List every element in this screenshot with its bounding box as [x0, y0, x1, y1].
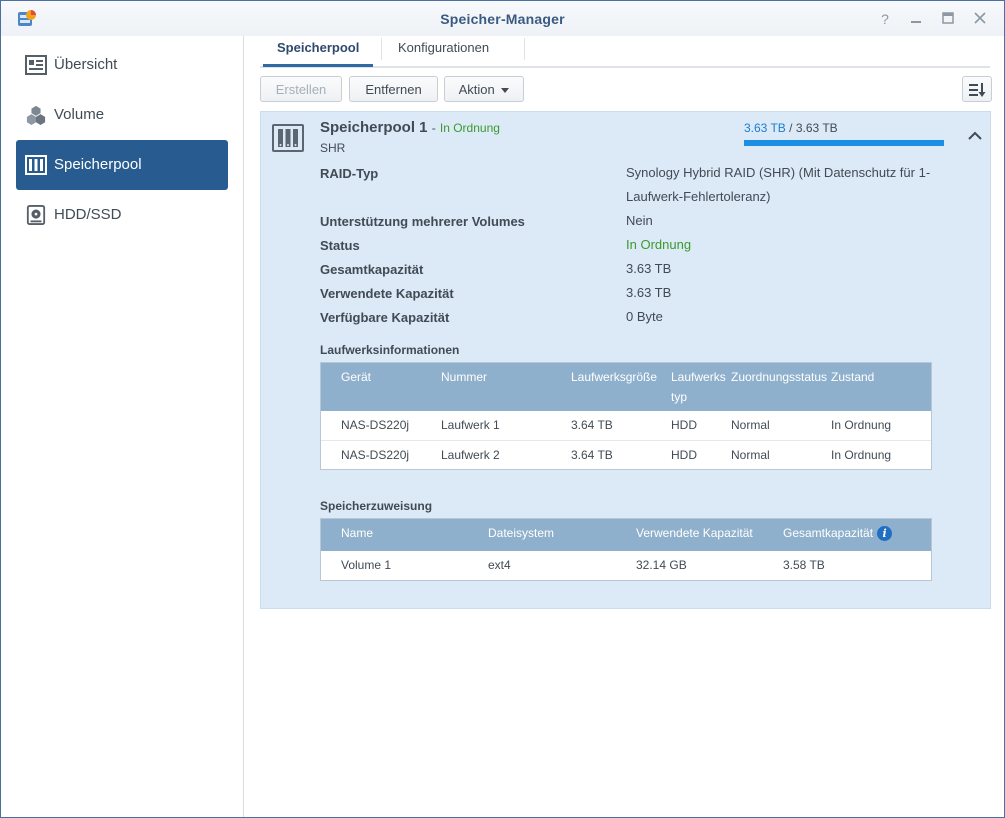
pool-name: Speicherpool 1 [320, 119, 428, 136]
column-header: Gerät [341, 370, 372, 384]
cell-size: 3.64 TB [571, 448, 613, 462]
cell-health: In Ordnung [831, 448, 892, 462]
cell-device: NAS-DS220j [341, 418, 410, 432]
pool-title: Speicherpool 1 - In Ordnung [320, 119, 500, 136]
cell-filesystem: ext4 [488, 558, 511, 572]
create-button[interactable]: Erstellen [260, 76, 342, 102]
capacity-used: 3.63 TB [744, 121, 786, 135]
disk-icon [26, 205, 46, 225]
main-content: Speicherpool Konfigurationen Erstellen E… [244, 36, 1004, 817]
close-button[interactable] [971, 10, 989, 28]
prop-free-capacity-value: 0 Byte [626, 309, 663, 324]
sidebar: Übersicht Volume Speicherpool HDD/SSD [1, 36, 244, 817]
prop-total-capacity-label: Gesamtkapazität [320, 262, 424, 277]
column-header: Laufwerksgröße [571, 370, 658, 384]
storage-manager-window: Speicher-Manager ? Übersicht Volume Spei… [0, 0, 1005, 818]
tab-bar: Speicherpool Konfigurationen [260, 36, 990, 68]
capacity-summary: 3.63 TB / 3.63 TB [744, 121, 838, 135]
drive-info-table: Gerät Nummer Laufwerksgröße Laufwerks ty… [320, 362, 932, 470]
column-header: Zuordnungsstatus [731, 370, 828, 384]
table-row[interactable]: Volume 1 ext4 32.14 GB 3.58 TB [321, 551, 931, 580]
allocation-title: Speicherzuweisung [320, 499, 433, 513]
chevron-up-icon[interactable] [968, 130, 982, 142]
sidebar-item-label: Volume [54, 106, 105, 123]
title-bar: Speicher-Manager ? [1, 1, 1004, 36]
sort-button[interactable] [962, 76, 992, 102]
tab-divider [381, 38, 382, 60]
cell-number: Laufwerk 2 [441, 448, 500, 462]
column-header: Nummer [441, 370, 488, 384]
cell-allocation-status: Normal [731, 448, 770, 462]
sidebar-item-overview[interactable]: Übersicht [16, 40, 228, 90]
cell-size: 3.64 TB [571, 418, 613, 432]
column-header: Verwendete Kapazität [636, 526, 753, 540]
table-row[interactable]: NAS-DS220j Laufwerk 1 3.64 TB HDD Normal… [321, 411, 931, 440]
prop-total-capacity-value: 3.63 TB [626, 261, 672, 276]
window-title: Speicher-Manager [440, 11, 565, 27]
cell-used-capacity: 32.14 GB [636, 558, 687, 572]
table-row[interactable]: NAS-DS220j Laufwerk 2 3.64 TB HDD Normal… [321, 440, 931, 470]
caret-down-icon [501, 88, 510, 94]
prop-status-value: In Ordnung [626, 237, 692, 252]
pool-type: SHR [320, 141, 346, 155]
column-header: Dateisystem [488, 526, 555, 540]
tab-divider [524, 38, 525, 60]
cell-health: In Ordnung [831, 418, 892, 432]
tab-configurations[interactable]: Konfigurationen [384, 40, 503, 64]
column-header: Laufwerks typ [671, 370, 726, 404]
capacity-bar [744, 140, 944, 146]
minimize-button[interactable] [907, 10, 925, 28]
drive-info-title: Laufwerksinformationen [320, 343, 460, 357]
sidebar-item-volume[interactable]: Volume [16, 90, 228, 140]
remove-button[interactable]: Entfernen [349, 76, 438, 102]
cell-type: HDD [671, 448, 697, 462]
capacity-total: 3.63 TB [795, 121, 838, 135]
sidebar-item-storage-pool[interactable]: Speicherpool [16, 140, 228, 190]
cubes-icon [26, 105, 46, 125]
cell-device: NAS-DS220j [341, 448, 410, 462]
cell-name: Volume 1 [341, 558, 392, 572]
cell-total-capacity: 3.58 TB [783, 558, 825, 572]
prop-used-capacity-label: Verwendete Kapazität [320, 286, 454, 301]
table-header: Name Dateisystem Verwendete Kapazität Ge… [321, 519, 931, 551]
prop-raid-type-value: Synology Hybrid RAID (SHR) (Mit Datensch… [626, 165, 931, 204]
maximize-button[interactable] [939, 10, 957, 28]
info-icon[interactable]: i [877, 526, 893, 542]
prop-free-capacity-label: Verfügbare Kapazität [320, 310, 450, 325]
pool-status: In Ordnung [439, 121, 500, 135]
overview-icon [25, 55, 47, 75]
table-header: Gerät Nummer Laufwerksgröße Laufwerks ty… [321, 363, 931, 411]
sidebar-item-label: Speicherpool [54, 156, 142, 173]
action-dropdown-button[interactable]: Aktion [444, 76, 524, 102]
sort-icon [969, 83, 986, 97]
storage-pool-card: Speicherpool 1 - In Ordnung SHR 3.63 TB … [260, 111, 991, 609]
cell-allocation-status: Normal [731, 418, 770, 432]
column-header-total-capacity: Gesamtkapazität i [783, 523, 893, 543]
sidebar-item-label: HDD/SSD [54, 206, 122, 223]
prop-status-label: Status [320, 238, 360, 253]
storage-pool-icon [25, 155, 47, 175]
sidebar-item-hdd-ssd[interactable]: HDD/SSD [16, 190, 228, 240]
help-icon[interactable]: ? [876, 10, 894, 28]
column-header: Zustand [831, 370, 875, 384]
storage-pool-icon [272, 124, 304, 152]
column-header: Name [341, 526, 374, 540]
allocation-table: Name Dateisystem Verwendete Kapazität Ge… [320, 518, 932, 581]
action-label: Aktion [458, 82, 495, 97]
sidebar-item-label: Übersicht [54, 56, 118, 73]
cell-number: Laufwerk 1 [441, 418, 500, 432]
prop-used-capacity-value: 3.63 TB [626, 285, 672, 300]
capacity-separator: / [789, 121, 793, 135]
prop-multi-volume-label: Unterstützung mehrerer Volumes [320, 214, 525, 229]
capacity-bar-fill [744, 140, 944, 146]
cell-type: HDD [671, 418, 697, 432]
tab-storage-pool[interactable]: Speicherpool [263, 40, 374, 67]
pool-status-dash: - [431, 121, 436, 135]
prop-raid-type-label: RAID-Typ [320, 166, 379, 181]
column-header-label: Gesamtkapazität [783, 526, 874, 540]
prop-multi-volume-value: Nein [626, 213, 653, 228]
